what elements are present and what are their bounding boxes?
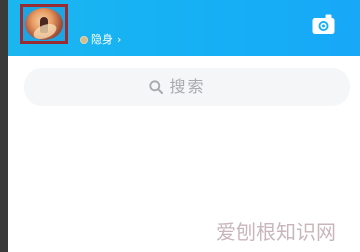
avatar-highlight-frame[interactable] bbox=[20, 4, 68, 44]
avatar[interactable] bbox=[25, 8, 63, 40]
status-label: 隐身 bbox=[91, 33, 113, 46]
search-bar[interactable]: 搜索 bbox=[24, 68, 350, 106]
chevron-right-icon: › bbox=[117, 33, 122, 46]
camera-icon[interactable] bbox=[311, 13, 336, 36]
search-icon bbox=[149, 80, 164, 94]
status-selector[interactable]: 隐身 › bbox=[80, 34, 121, 46]
watermark-logo-text: 爱刨根知识网 bbox=[216, 220, 336, 244]
search-label: 搜索 bbox=[169, 77, 206, 96]
status-dot-icon bbox=[80, 36, 88, 44]
top-header: 隐身 › bbox=[8, 0, 360, 56]
mobile-screen: 隐身 › 搜索 爱刨根知识网 bbox=[0, 0, 360, 252]
left-edge-shadow bbox=[0, 0, 8, 252]
